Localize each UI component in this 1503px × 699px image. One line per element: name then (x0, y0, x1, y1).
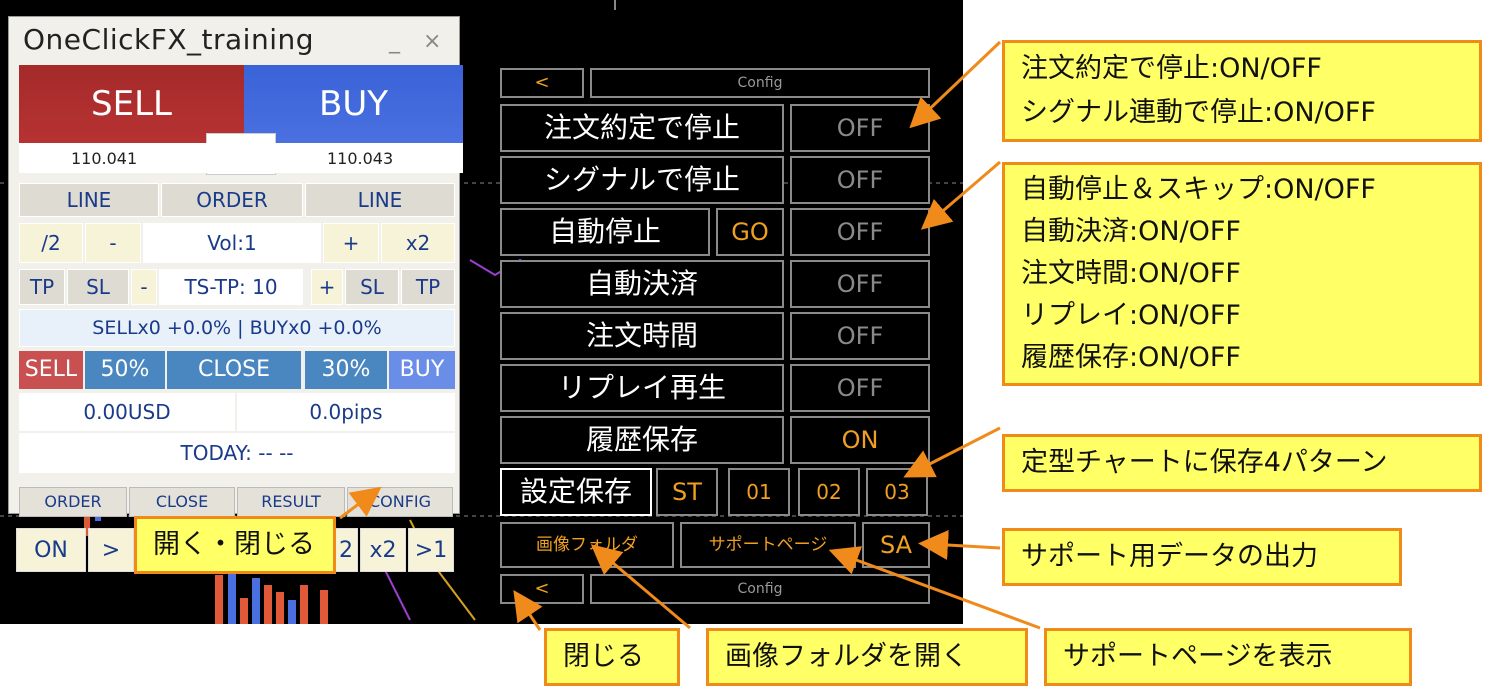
line-left-button[interactable]: LINE (19, 183, 159, 217)
image-folder-button[interactable]: 画像フォルダ (500, 522, 674, 568)
config-footer-header: Config (590, 574, 930, 604)
callout-template-save-text: 定型チャートに保存4パターン (1021, 447, 1388, 478)
callout-auto-line4: リプレイ:ON/OFF (1021, 300, 1241, 331)
callout-open-image-folder: 画像フォルダを開く (706, 628, 1028, 686)
callout-open-close: 開く・閉じる (134, 516, 336, 574)
close-50-button[interactable]: 50% (85, 351, 165, 389)
config-back-button[interactable]: < (500, 68, 584, 98)
save-slot-03[interactable]: 03 (866, 468, 928, 516)
callout-auto-line1: 自動停止＆スキップ:ON/OFF (1021, 174, 1376, 205)
skip-1-button[interactable]: >1 (408, 528, 454, 572)
callout-order-stop: 注文約定で停止:ON/OFF シグナル連動で停止:ON/OFF (1002, 40, 1482, 142)
callout-close-text: 閉じる (563, 641, 644, 672)
vol-half-button[interactable]: /2 (19, 223, 83, 263)
save-slot-01[interactable]: 01 (728, 468, 790, 516)
signal-stop-toggle[interactable]: OFF (790, 156, 930, 204)
callout-order-stop-line1: 注文約定で停止:ON/OFF (1021, 53, 1322, 84)
today-summary: TODAY: -- -- (19, 433, 455, 473)
close-sell-button[interactable]: SELL (19, 351, 83, 389)
callout-close: 閉じる (544, 628, 680, 686)
tab-config[interactable]: CONFIG (347, 487, 453, 517)
speed-x2-button[interactable]: x2 (360, 528, 406, 572)
auto-on-button[interactable]: ON (16, 528, 86, 572)
callout-template-save: 定型チャートに保存4パターン (1002, 434, 1482, 492)
sell-button[interactable]: SELL (19, 65, 244, 143)
sl-right-button[interactable]: SL (345, 269, 399, 305)
close-buy-button[interactable]: BUY (389, 351, 455, 389)
vol-double-button[interactable]: x2 (381, 223, 455, 263)
tab-close[interactable]: CLOSE (129, 487, 235, 517)
config-row-replay-label: リプレイ再生 (500, 364, 784, 412)
callout-order-stop-line2: シグナル連動で停止:ON/OFF (1021, 97, 1376, 128)
ts-plus-button[interactable]: + (311, 269, 343, 305)
callout-support-data-text: サポート用データの出力 (1021, 541, 1318, 572)
buy-button[interactable]: BUY (244, 65, 463, 143)
config-header: Config (590, 68, 930, 98)
pl-usd: 0.00USD (19, 393, 235, 431)
support-data-button[interactable]: SA (862, 522, 930, 568)
line-right-button[interactable]: LINE (305, 183, 455, 217)
config-row-auto-close-label: 自動決済 (500, 260, 784, 308)
screenshot: OneClickFX_training _ × SELL BUY 0.2 110… (0, 0, 1503, 699)
ts-tp-display: TS-TP: 10 (159, 269, 303, 305)
ts-minus-button[interactable]: - (131, 269, 157, 305)
callout-open-image-folder-text: 画像フォルダを開く (725, 641, 968, 672)
panel-title: OneClickFX_training (23, 23, 314, 56)
tp-left-button[interactable]: TP (19, 269, 65, 305)
callout-show-support-page: サポートページを表示 (1044, 628, 1412, 686)
sell-price: 110.041 (71, 149, 138, 168)
auto-close-toggle[interactable]: OFF (790, 260, 930, 308)
pl-pips: 0.0pips (237, 393, 455, 431)
callout-support-data: サポート用データの出力 (1002, 528, 1402, 586)
callout-auto-line2: 自動決済:ON/OFF (1021, 216, 1241, 247)
close-button[interactable]: × (423, 29, 441, 54)
settings-save-label: 設定保存 (500, 468, 652, 516)
support-page-button[interactable]: サポートページ (680, 522, 856, 568)
replay-toggle[interactable]: OFF (790, 364, 930, 412)
position-status: SELLx0 +0.0% | BUYx0 +0.0% (19, 309, 455, 347)
step-forward-button[interactable]: > (88, 528, 134, 572)
config-row-history-label: 履歴保存 (500, 416, 784, 464)
callout-auto-settings: 自動停止＆スキップ:ON/OFF 自動決済:ON/OFF 注文時間:ON/OFF… (1002, 162, 1482, 386)
vol-plus-button[interactable]: + (323, 223, 379, 263)
minimize-button[interactable]: _ (389, 29, 400, 54)
speed-2-button[interactable]: 2 (334, 528, 358, 572)
save-slot-02[interactable]: 02 (798, 468, 860, 516)
volume-display: Vol:1 (143, 223, 321, 263)
tab-result[interactable]: RESULT (237, 487, 345, 517)
config-row-order-time-label: 注文時間 (500, 312, 784, 360)
config-row-order-fill-label: 注文約定で停止 (500, 104, 784, 152)
order-fill-stop-toggle[interactable]: OFF (790, 104, 930, 152)
sl-left-button[interactable]: SL (67, 269, 129, 305)
config-row-signal-label: シグナルで停止 (500, 156, 784, 204)
close-all-button[interactable]: CLOSE (167, 351, 301, 389)
callout-auto-line3: 注文時間:ON/OFF (1021, 258, 1241, 289)
oneclick-panel: OneClickFX_training _ × SELL BUY 0.2 110… (8, 16, 463, 517)
vol-minus-button[interactable]: - (85, 223, 141, 263)
tp-right-button[interactable]: TP (401, 269, 455, 305)
order-line-button[interactable]: ORDER (161, 183, 303, 217)
close-30-button[interactable]: 30% (305, 351, 387, 389)
buy-price: 110.043 (327, 149, 394, 168)
config-footer-back-button[interactable]: < (500, 574, 584, 604)
auto-stop-toggle[interactable]: OFF (790, 208, 930, 256)
order-time-toggle[interactable]: OFF (790, 312, 930, 360)
tab-order[interactable]: ORDER (19, 487, 127, 517)
callout-show-support-page-text: サポートページを表示 (1063, 641, 1333, 672)
auto-stop-go-button[interactable]: GO (716, 208, 784, 256)
callout-open-close-text: 開く・閉じる (153, 529, 315, 560)
history-save-toggle[interactable]: ON (790, 416, 930, 464)
config-row-auto-stop-label: 自動停止 (500, 208, 710, 256)
save-slot-st[interactable]: ST (656, 468, 718, 516)
callout-auto-line5: 履歴保存:ON/OFF (1021, 342, 1241, 373)
